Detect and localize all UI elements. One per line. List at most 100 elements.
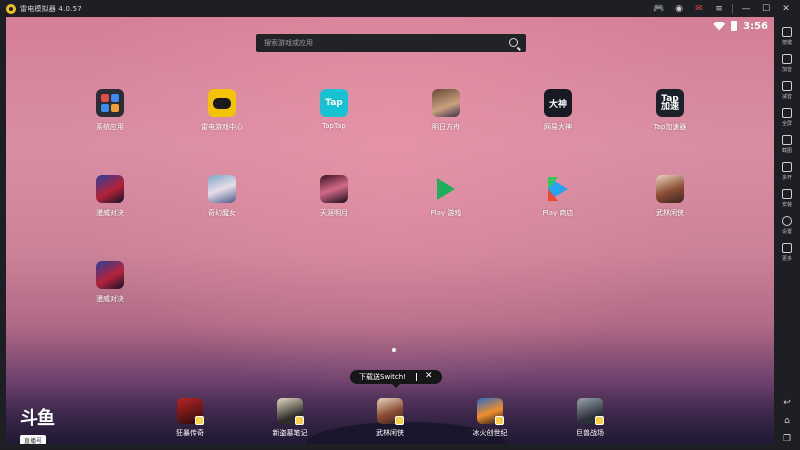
dashen-icon: 大神 <box>544 89 572 117</box>
dock-label: 冰火创世纪 <box>472 429 508 437</box>
promo-tooltip[interactable]: 下载送Switch! ✕ <box>350 370 442 388</box>
dock-app-binghuo[interactable]: 冰火创世纪 <box>450 398 530 438</box>
account-icon[interactable]: ◉ <box>669 0 689 17</box>
window-controls: 🎮 ◉ ✉ ≡ — ☐ ✕ <box>649 0 796 17</box>
app-tianya-mingyue[interactable]: 天涯明月 <box>294 175 374 218</box>
sidebar-item-label: 更多 <box>781 256 792 262</box>
scissors-icon <box>782 135 792 145</box>
app-taptap[interactable]: Tap TapTap <box>294 89 374 130</box>
tooltip-text: 下载送Switch! <box>359 373 406 381</box>
fullscreen-icon <box>782 108 792 118</box>
app-label: 漫威对决 <box>96 295 124 303</box>
dock-label: 新盗墓笔记 <box>272 429 308 437</box>
app-marvel-duel-2[interactable]: 漫威对决 <box>70 261 150 304</box>
home-icon[interactable]: ⌂ <box>782 416 792 426</box>
back-icon[interactable]: ↩ <box>782 398 792 408</box>
game-icon <box>577 398 604 425</box>
sidebar-item-multi-instance[interactable]: 多开 <box>774 158 800 185</box>
dock-app-daomu[interactable]: 新盗墓笔记 <box>250 398 330 438</box>
dock-label: 武林闲侠 <box>376 429 404 437</box>
app-label: 武林闲侠 <box>656 209 684 217</box>
emulator-screen[interactable]: 3:56 搜索游戏或应用 系统应用 雷电游戏中心 Tap TapTap 明日方舟… <box>6 17 774 444</box>
app-label: Tap加速器 <box>653 123 687 131</box>
window-title: 雷电模拟器 4.0.57 <box>20 4 82 13</box>
app-fantasy-witch[interactable]: 奇幻魔女 <box>182 175 262 218</box>
gamepad-icon[interactable]: 🎮 <box>649 0 669 17</box>
sidebar-item-label: 多开 <box>781 175 792 181</box>
folder-icon <box>96 89 124 117</box>
keyboard-icon <box>782 27 792 37</box>
app-arknights[interactable]: 明日方舟 <box>406 89 486 132</box>
close-icon[interactable]: ✕ <box>425 371 433 381</box>
sidebar-item-volume-down[interactable]: 减音 <box>774 77 800 104</box>
volume-down-icon <box>782 81 792 91</box>
play-store-icon <box>544 175 572 203</box>
tap-accelerator-icon: Tap 加速 <box>656 89 684 117</box>
badge-icon <box>195 416 204 425</box>
app-netease-dashen[interactable]: 大神 网易大神 <box>518 89 598 132</box>
app-label: 网易大神 <box>544 123 572 131</box>
app-label: TapTap <box>322 122 346 130</box>
sidebar-item-install[interactable]: 安装 <box>774 185 800 212</box>
search-bar[interactable]: 搜索游戏或应用 <box>256 34 526 52</box>
maximize-icon[interactable]: ☐ <box>756 0 776 17</box>
menu-icon[interactable]: ≡ <box>709 0 729 17</box>
app-label: 明日方舟 <box>432 123 460 131</box>
emulator-sidebar: 按键 加音 减音 全屏 截图 多开 安装 设置 更多 ↩ ⌂ ❐ <box>774 17 800 450</box>
search-placeholder: 搜索游戏或应用 <box>264 39 313 47</box>
douyu-logo: 斗鱼 <box>20 408 55 429</box>
app-label: 雷电游戏中心 <box>201 123 243 131</box>
taptap-icon: Tap <box>320 89 348 117</box>
app-game-center[interactable]: 雷电游戏中心 <box>182 89 262 132</box>
search-icon[interactable] <box>509 38 518 47</box>
clock: 3:56 <box>743 20 768 32</box>
status-bar: 3:56 <box>713 19 768 33</box>
page-indicator <box>392 348 396 352</box>
divider <box>732 3 733 14</box>
battery-icon <box>731 21 738 31</box>
badge-icon <box>495 416 504 425</box>
app-label: 漫威对决 <box>96 209 124 217</box>
badge-icon <box>595 416 604 425</box>
app-play-store[interactable]: Play 商店 <box>518 175 598 218</box>
sidebar-item-fullscreen[interactable]: 全屏 <box>774 104 800 131</box>
app-play-games[interactable]: Play 游戏 <box>406 175 486 218</box>
recent-apps-icon[interactable]: ❐ <box>782 434 792 444</box>
game-icon <box>477 398 504 425</box>
sidebar-item-volume-up[interactable]: 加音 <box>774 50 800 77</box>
watermark-tag: 直播号 <box>20 435 47 444</box>
app-label: 奇幻魔女 <box>208 209 236 217</box>
game-icon <box>377 398 404 425</box>
badge-icon <box>395 416 404 425</box>
dock-app-jushou[interactable]: 巨兽战场 <box>550 398 630 438</box>
sidebar-item-keymap[interactable]: 按键 <box>774 23 800 50</box>
gamepad-icon <box>208 89 236 117</box>
sidebar-item-label: 按键 <box>781 40 792 46</box>
divider <box>416 373 417 381</box>
app-system-apps[interactable]: 系统应用 <box>70 89 150 132</box>
sidebar-item-label: 截图 <box>781 148 792 154</box>
minimize-icon[interactable]: — <box>736 0 756 17</box>
sidebar-item-screenshot[interactable]: 截图 <box>774 131 800 158</box>
badge-icon <box>295 416 304 425</box>
dock-app-kuangbao[interactable]: 狂暴传奇 <box>150 398 230 438</box>
app-tap-accelerator[interactable]: Tap 加速 Tap加速器 <box>630 89 710 132</box>
more-icon <box>782 243 792 253</box>
dock-app-wulin[interactable]: 武林闲侠 <box>350 398 430 438</box>
dock-label: 巨兽战场 <box>576 429 604 437</box>
game-icon <box>96 261 124 289</box>
apk-icon <box>782 189 792 199</box>
sidebar-item-label: 全屏 <box>781 121 792 127</box>
app-wulin-xianxia[interactable]: 武林闲侠 <box>630 175 710 218</box>
mail-icon[interactable]: ✉ <box>689 0 709 17</box>
sidebar-item-more[interactable]: 更多 <box>774 239 800 266</box>
close-icon[interactable]: ✕ <box>776 0 796 17</box>
douyu-watermark: 斗鱼 直播号 5433079 <box>20 410 56 444</box>
app-label: 天涯明月 <box>320 209 348 217</box>
game-icon <box>656 175 684 203</box>
sidebar-item-settings[interactable]: 设置 <box>774 212 800 239</box>
play-games-icon <box>432 175 460 203</box>
game-icon <box>320 175 348 203</box>
app-marvel-duel[interactable]: 漫威对决 <box>70 175 150 218</box>
app-label: 系统应用 <box>96 123 124 131</box>
